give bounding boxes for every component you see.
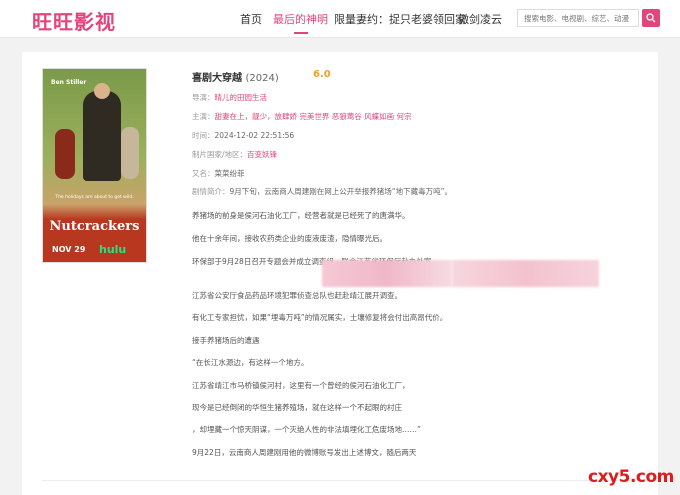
search-input[interactable] [517, 9, 639, 27]
synopsis-line: 江苏省公安厅食品药品环境犯罪侦查总队也赶赴靖江展开调查。 [192, 291, 402, 300]
synopsis-line: ，却埋藏一个惊天阴谋，一个灭绝人性的非法填埋化工危废场地……” [192, 425, 421, 434]
synopsis-line: 9月下旬，云南商人周建刚在网上公开举报养猪场“地下藏毒万吨”。 [229, 187, 453, 196]
nav-last-god[interactable]: 最后的神明 [273, 11, 328, 34]
blurred-overlay [452, 260, 599, 287]
synopsis-line: 9月22日，云南商人周建刚用他的微博账号发出上述博文，随后两天 [192, 448, 417, 457]
poster-network-logo: hulu [99, 243, 127, 256]
poster-head [94, 83, 110, 99]
synopsis-line: 接手养猪场后的遭遇 [192, 336, 260, 345]
time-label: 时间： [192, 131, 215, 140]
site-logo[interactable]: 旺旺影视 [32, 6, 116, 35]
synopsis-line: 有化工专家担忧，如果“埋毒万吨”的情况属实，土壤修复将会付出高昂代价。 [192, 313, 448, 322]
watermark: cxy5.com [588, 467, 674, 487]
movie-poster[interactable]: Ben Stiller The holidays are about to ge… [42, 68, 147, 263]
director-label: 导演： [192, 93, 215, 102]
cast-links[interactable]: 甜妻在上，靓少，放肆娇 完美世界 恶狼莺谷 风蝶如画 何宗 [215, 112, 412, 121]
synopsis-line: 他在十余年间，接收农药类企业的废液废渣，隐情曝光后。 [192, 234, 387, 243]
nav-ao-jian-ling-yun[interactable]: 傲剑凌云 [458, 11, 502, 27]
synopsis-line: 养猪场的前身是侯河石油化工厂，经营者就是已经死了的唐满华。 [192, 211, 410, 220]
alias-value: 菜菜纷菲 [214, 169, 245, 178]
poster-figure-right [121, 127, 139, 179]
movie-title-text: 喜剧大穿越 [192, 73, 242, 84]
poster-figure-left [55, 129, 75, 179]
synopsis-label: 剧情简介： [192, 187, 230, 196]
poster-figure-center [83, 91, 121, 181]
poster-tagline: The holidays are about to get wild. [55, 195, 134, 200]
time-row: 时间：2024-12-02 22:51:56 [192, 130, 294, 141]
cast-label: 主演： [192, 112, 215, 121]
card-divider [42, 480, 638, 481]
nav-home[interactable]: 首页 [240, 11, 262, 27]
synopsis-line: 现今是已经倒闭的华恒生猪养殖场，就在这样一个不起眼的村庄 [192, 403, 402, 412]
synopsis-line: 江苏省靖江市马桥镇侯河村，这里有一个曾经的侯河石油化工厂， [192, 381, 410, 390]
director-row: 导演：晴儿的田园生活 [192, 92, 267, 103]
time-value: 2024-12-02 22:51:56 [214, 131, 295, 140]
poster-title: Nutcrackers [49, 219, 140, 234]
search-icon [646, 13, 656, 23]
movie-score: 6.0 [313, 69, 331, 80]
search-button[interactable] [642, 9, 660, 27]
top-header: 旺旺影视 首页 最后的神明 限量妻约：捉只老婆领回家 傲剑凌云 [0, 0, 680, 38]
director-link[interactable]: 晴儿的田园生活 [215, 93, 268, 102]
movie-year: (2024) [245, 73, 279, 84]
poster-actor: Ben Stiller [51, 79, 87, 86]
region-label: 制片国家/地区： [192, 150, 248, 159]
poster-date: NOV 29 [52, 245, 86, 254]
synopsis-line: “在长江水源边，有这样一个地方。 [192, 358, 309, 367]
nav-limited-contract[interactable]: 限量妻约：捉只老婆领回家 [334, 11, 466, 27]
movie-title: 喜剧大穿越 (2024) [192, 69, 279, 84]
synopsis-first-row: 剧情简介：9月下旬，云南商人周建刚在网上公开举报养猪场“地下藏毒万吨”。 [192, 186, 452, 197]
movie-detail-card: Ben Stiller The holidays are about to ge… [22, 52, 658, 495]
region-link[interactable]: 百变妖锋 [247, 150, 277, 159]
blurred-overlay [322, 260, 452, 287]
alias-label: 又名： [192, 169, 215, 178]
region-row: 制片国家/地区：百变妖锋 [192, 149, 277, 160]
alias-row: 又名：菜菜纷菲 [192, 168, 245, 179]
cast-row: 主演：甜妻在上，靓少，放肆娇 完美世界 恶狼莺谷 风蝶如画 何宗 [192, 111, 412, 122]
